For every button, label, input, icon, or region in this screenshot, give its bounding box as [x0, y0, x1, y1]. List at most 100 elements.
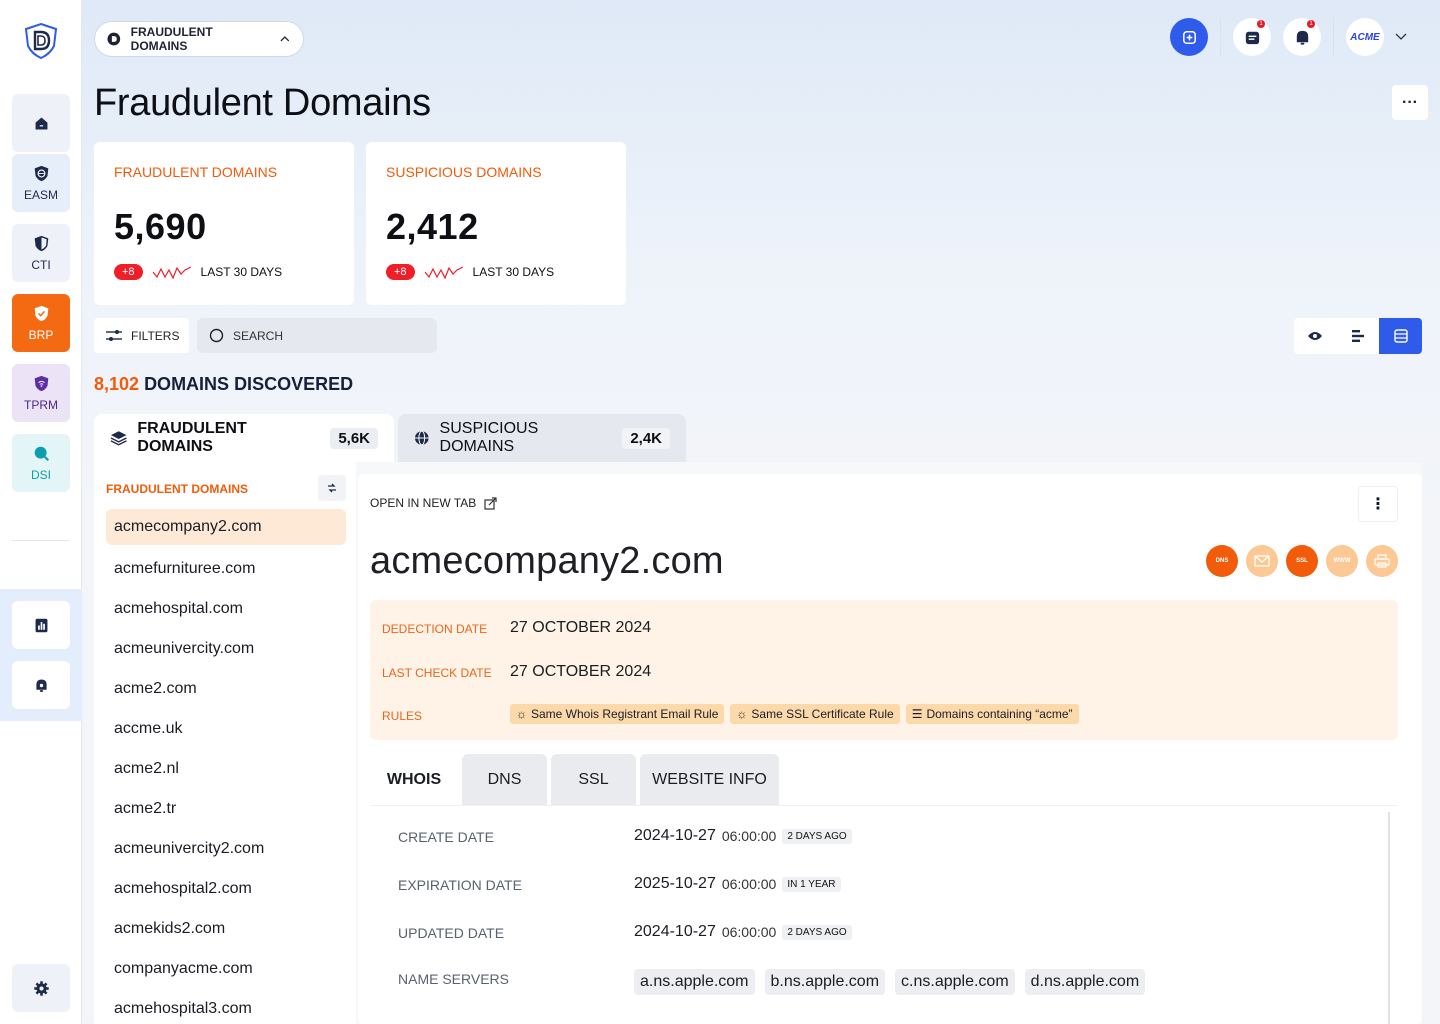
chevron-down-icon[interactable]	[1394, 31, 1408, 43]
domain-list-item[interactable]: companyacme.com	[106, 951, 346, 987]
printer-icon	[1374, 554, 1390, 568]
filters-button[interactable]: FILTERS	[94, 318, 189, 353]
eye-icon	[1308, 332, 1323, 340]
subtab-ssl[interactable]: SSL	[551, 754, 636, 805]
shield-wifi-icon	[34, 375, 48, 391]
updated-date-value: 2024-10-27 06:00:00 2 DAYS AGO	[634, 923, 852, 941]
rule-chip[interactable]: ☼ Same Whois Registrant Email Rule	[510, 704, 725, 724]
sidebar-item-label: CTI	[31, 257, 51, 272]
rule-chip[interactable]: ☼ Same SSL Certificate Rule	[730, 704, 900, 724]
shield-logo-icon	[24, 22, 58, 60]
table-icon	[1393, 329, 1408, 343]
ssl-feature-icon[interactable]: SSL	[1286, 545, 1318, 577]
align-left-icon	[1352, 330, 1364, 342]
ssl-icon-text: SSL	[1296, 558, 1308, 564]
name-servers-list: a.ns.apple.com b.ns.apple.com c.ns.apple…	[634, 969, 1146, 995]
context-switcher[interactable]: FRAUDULENT DOMAINS	[94, 21, 304, 57]
gear-icon	[33, 980, 49, 996]
mail-feature-icon[interactable]	[1246, 545, 1278, 577]
domain-list-item[interactable]: acmehospital2.com	[106, 871, 346, 907]
tasks-button[interactable]: 1	[1233, 18, 1271, 56]
brand-icon	[107, 32, 121, 46]
tab-count: 5,6K	[330, 427, 378, 449]
bell-lock-icon	[35, 679, 47, 692]
domain-list-item[interactable]: acmehospital.com	[106, 591, 346, 627]
app-logo[interactable]	[22, 22, 60, 60]
context-label: FRAUDULENT DOMAINS	[130, 25, 213, 53]
chevron-up-icon	[280, 36, 290, 42]
sidebar-item-dsi[interactable]: DSI	[12, 434, 70, 492]
stat-label: SUSPICIOUS DOMAINS	[386, 164, 542, 180]
detection-date-value: 27 OCTOBER 2024	[510, 619, 652, 636]
sort-toggle-button[interactable]	[318, 475, 346, 501]
domain-list-item[interactable]: acmefurnituree.com	[106, 551, 346, 587]
domains-discovered-heading: 8,102 DOMAINS DISCOVERED	[94, 374, 353, 395]
tab-label: FRAUDULENT DOMAINS	[137, 420, 247, 455]
domain-list-item[interactable]: acmecompany2.com	[106, 509, 346, 545]
stat-delta-badge: +8	[114, 264, 143, 280]
create-date-value: 2024-10-27 06:00:00 2 DAYS AGO	[634, 827, 852, 845]
view-list-button[interactable]	[1336, 318, 1380, 354]
stat-value: 2,412	[386, 206, 479, 247]
domain-list-item[interactable]: acme2.com	[106, 671, 346, 707]
domain-title: acmecompany2.com	[370, 540, 724, 582]
page-more-button[interactable]: ···	[1392, 85, 1428, 120]
stat-delta-badge: +8	[386, 264, 415, 280]
expiration-date-label: EXPIRATION DATE	[398, 877, 522, 893]
domain-list-item[interactable]: accme.uk	[106, 711, 346, 747]
time-text: 06:00:00	[721, 828, 777, 844]
whois-scrollbar[interactable]	[1388, 812, 1390, 1024]
shield-icon	[34, 235, 48, 251]
subtab-label: WEBSITE INFO	[652, 770, 767, 788]
org-avatar[interactable]: ACME	[1346, 18, 1384, 56]
sidebar-item-cti[interactable]: CTI	[12, 224, 70, 282]
org-logo-text: ACME	[1350, 31, 1380, 43]
header-divider	[1333, 18, 1334, 56]
sidebar-item-tprm[interactable]: TPRM	[12, 364, 70, 422]
sidebar-item-easm[interactable]: EASM	[12, 154, 70, 212]
alerts-button[interactable]	[12, 661, 70, 709]
tab-fraudulent-domains[interactable]: FRAUDULENT DOMAINS 5,6K	[94, 414, 394, 462]
domain-list-item[interactable]: acme2.nl	[106, 751, 346, 787]
view-table-button[interactable]	[1379, 318, 1422, 354]
sparkline-icon	[152, 266, 191, 279]
updated-date-label: UPDATED DATE	[398, 925, 505, 941]
subtab-label: WHOIS	[386, 770, 442, 788]
tab-suspicious-domains[interactable]: SUSPICIOUS DOMAINS 2,4K	[398, 414, 686, 462]
home-icon	[35, 117, 47, 129]
reports-button[interactable]	[12, 601, 70, 649]
subtab-whois[interactable]: WHOIS	[370, 754, 458, 805]
rule-chip[interactable]: ☰ Domains containing “acme”	[905, 704, 1079, 724]
search-input[interactable]: SEARCH	[197, 318, 437, 353]
tab-count: 2,4K	[622, 427, 670, 449]
open-new-tab-label: OPEN IN NEW TAB	[370, 496, 477, 510]
notifications-button[interactable]: 1	[1283, 18, 1321, 56]
view-preview-button[interactable]	[1294, 318, 1337, 354]
domain-list-item[interactable]: acmekids2.com	[106, 911, 346, 947]
external-link-icon	[484, 496, 497, 510]
subtab-dns[interactable]: DNS	[462, 754, 547, 805]
domain-list-item[interactable]: acmeunivercity2.com	[106, 831, 346, 867]
filter-lines-icon: ☰	[911, 707, 923, 721]
search-icon	[209, 328, 224, 342]
subtab-website-info[interactable]: WEBSITE INFO	[640, 754, 779, 805]
header-divider	[1220, 18, 1221, 56]
domain-list-item[interactable]: acme2.tr	[106, 791, 346, 827]
tasks-count-badge: 1	[1257, 20, 1265, 28]
sidebar-item-label: BRP	[28, 327, 54, 342]
last-check-value: 27 OCTOBER 2024	[510, 663, 652, 680]
domain-list-item[interactable]: acmeunivercity.com	[106, 631, 346, 667]
bell-icon	[1296, 30, 1308, 45]
open-in-new-tab-link[interactable]: OPEN IN NEW TAB	[370, 496, 497, 510]
sidebar-item-home[interactable]	[12, 94, 70, 152]
detail-more-button[interactable]: ⋮	[1358, 486, 1398, 522]
print-feature-icon[interactable]	[1366, 545, 1398, 577]
dns-feature-icon[interactable]: DNS	[1206, 545, 1238, 577]
sidebar-item-brp[interactable]: BRP	[12, 294, 70, 352]
www-feature-icon[interactable]: WWW	[1326, 545, 1358, 577]
domain-list-item[interactable]: acmehospital3.com	[106, 991, 346, 1024]
report-chart-icon	[35, 618, 47, 632]
discovered-count: 8,102	[94, 374, 140, 394]
add-button[interactable]	[1170, 18, 1208, 56]
settings-button[interactable]	[12, 964, 70, 1012]
